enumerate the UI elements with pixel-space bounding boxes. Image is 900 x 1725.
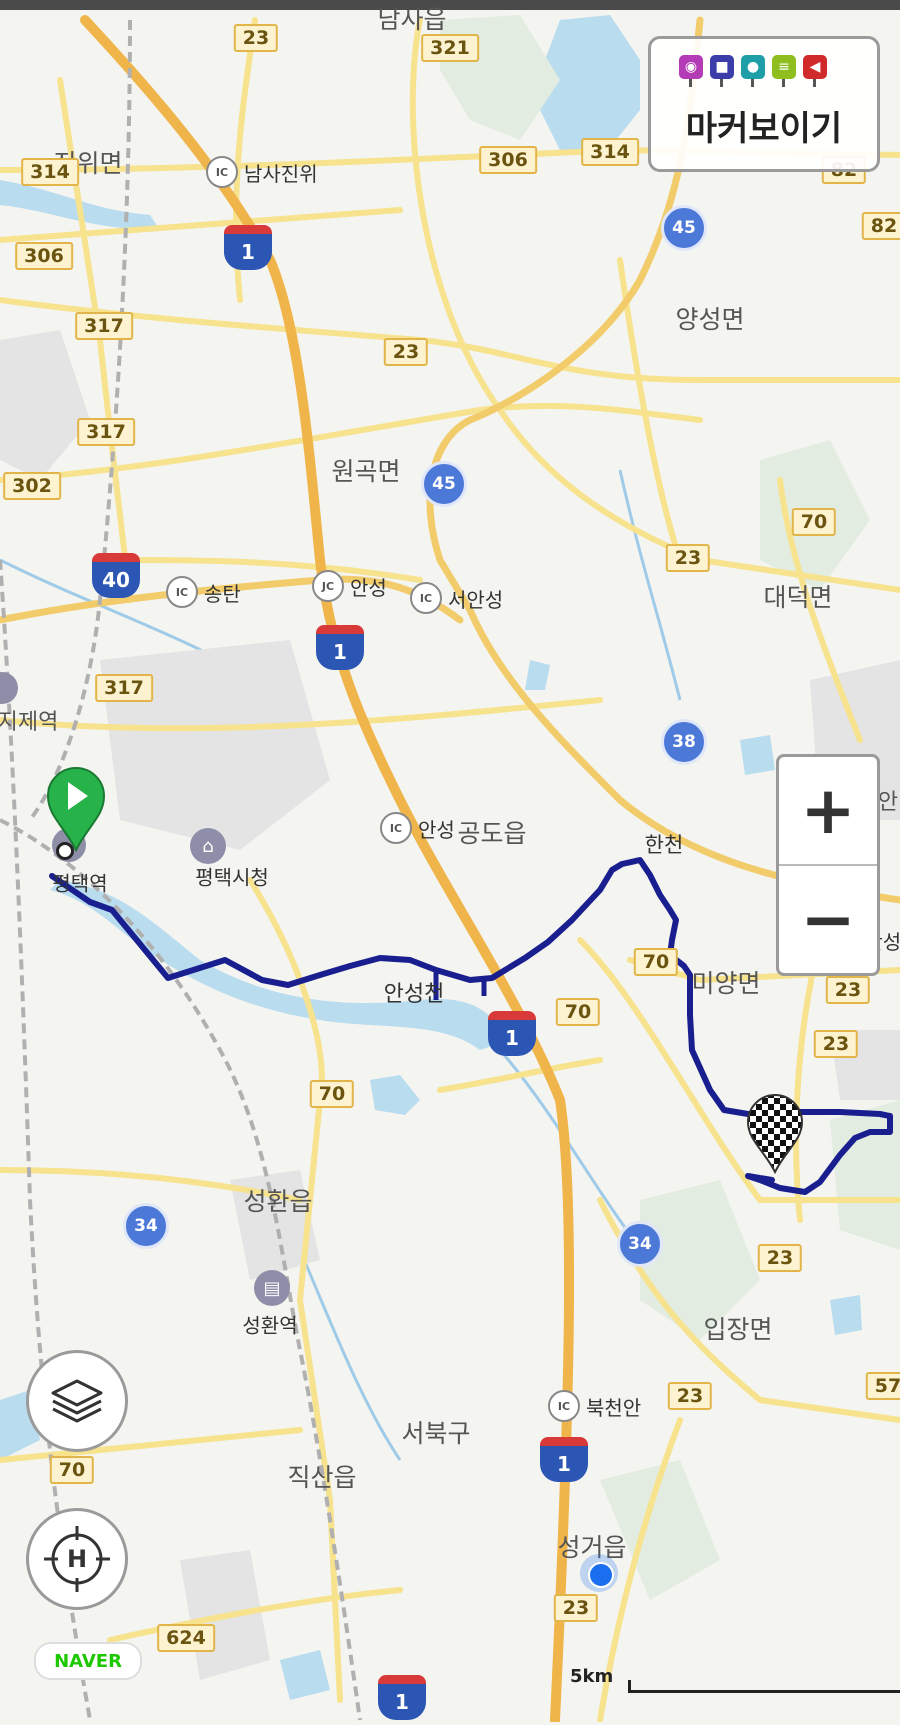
national-route-shield: 34 [617,1221,663,1267]
train-station-icon: ▤ [254,1270,290,1306]
place-label: 공도읍 [457,819,527,848]
ic-label: IC 송탄 [166,576,241,608]
route-shield: 23 [667,1382,713,1410]
route-start-point [56,842,74,860]
route-shield: 306 [15,242,73,270]
route-shield: 23 [665,544,711,572]
place-label: 성환역 [242,1313,298,1338]
ic-label: IC 안성 [380,812,455,844]
marker-toggle-label: 마커보이기 [685,109,843,149]
jc-badge: JC [312,570,344,602]
svg-text:H: H [67,1545,87,1573]
route-shield: 23 [813,1030,859,1058]
expressway-shield: 1 [540,1437,588,1487]
ic-label: IC 남사진위 [206,156,318,188]
ic-badge: IC [410,582,442,614]
route-shield: 70 [791,508,837,536]
start-marker-icon[interactable] [44,764,108,852]
national-route-shield: 45 [421,461,467,507]
place-label: 성환읍 [243,1187,313,1216]
place-label: 대덕면 [763,583,833,612]
route-shield: 23 [825,976,871,1004]
route-shield: 314 [581,138,639,166]
place-label: 원곡면 [331,457,401,486]
naver-logo: NAVER [34,1642,142,1680]
expressway-shield: 1 [316,625,364,675]
expressway-shield: 1 [488,1011,536,1061]
route-shield: 57 [865,1372,900,1400]
scale-line [628,1680,900,1693]
place-label: 한천 [644,833,684,857]
crosshair-icon: H [44,1526,110,1592]
ic-badge: IC [166,576,198,608]
ic-label: IC 북천안 [548,1390,641,1422]
route-shield: 70 [49,1456,95,1484]
place-label: 직산읍 [287,1463,357,1492]
scale-label: 5km [570,1666,614,1687]
zoom-out-button[interactable]: − [779,866,877,973]
route-shield: 82 [861,212,900,240]
video-icon: ■ [710,55,734,87]
place-label: 안성천 [383,982,445,1007]
marker-toggle-panel[interactable]: ◉ ■ ● ≡ ◀ 마커보이기 [648,36,880,172]
place-label: 서북구 [401,1419,471,1448]
place-label: 양성면 [675,305,745,334]
ic-badge: IC [380,812,412,844]
ic-name: 안성 [418,817,455,842]
route-shield: 321 [421,34,479,62]
expressway-shield: 1 [224,225,272,275]
route-shield: 23 [553,1594,599,1622]
expressway-shield: 40 [92,553,140,603]
layers-button[interactable] [26,1350,128,1452]
ic-name: 북천안 [586,1395,642,1420]
map-canvas[interactable] [0,10,900,1722]
camera-icon: ◉ [679,55,703,87]
layers-icon [51,1379,103,1423]
ic-name: 서안성 [448,587,504,612]
jc-label: JC 안성 [312,570,387,602]
finish-marker-icon[interactable] [744,1092,806,1174]
place-label: 남사읍 [377,5,447,34]
place-label: 안 [877,790,899,815]
route-shield: 70 [555,998,601,1026]
route-shield: 317 [75,312,133,340]
expressway-shield: 1 [378,1675,426,1725]
place-label: 평택역 [52,871,108,896]
memo-icon: ≡ [772,55,796,87]
ic-badge: IC [548,1390,580,1422]
ic-name: 안성 [350,575,387,600]
ic-label: IC 서안성 [410,582,503,614]
route-shield: 70 [633,948,679,976]
route-shield: 317 [77,418,135,446]
route-shield: 70 [309,1080,355,1108]
status-bar [0,0,900,10]
microphone-icon: ● [741,55,765,87]
route-shield: 23 [383,338,429,366]
national-route-shield: 34 [123,1203,169,1249]
route-shield: 624 [157,1624,215,1652]
place-label: 지제역 [0,710,59,735]
route-shield: 23 [233,24,279,52]
route-shield: 314 [21,158,79,186]
place-label: 미양면 [691,969,761,998]
place-label: 입장면 [703,1315,773,1344]
flag-icon: ◀ [803,55,827,87]
place-label: 평택시청 [195,865,269,890]
ic-badge: IC [206,156,238,188]
route-shield: 317 [95,674,153,702]
route-shield: 306 [479,146,537,174]
my-location-button[interactable]: H [26,1508,128,1610]
rivers [0,469,682,1461]
national-route-shield: 38 [661,719,707,765]
zoom-in-button[interactable]: + [779,757,877,864]
marker-icon-row: ◉ ■ ● ≡ ◀ [679,55,827,87]
national-route-shield: 45 [661,205,707,251]
city-hall-icon: ⌂ [190,828,226,864]
route-shield: 23 [757,1244,803,1272]
ic-name: 송탄 [204,581,241,606]
route-shield: 302 [3,472,61,500]
zoom-control: + − [776,754,880,976]
current-location-dot [588,1562,614,1588]
ic-name: 남사진위 [244,161,318,186]
